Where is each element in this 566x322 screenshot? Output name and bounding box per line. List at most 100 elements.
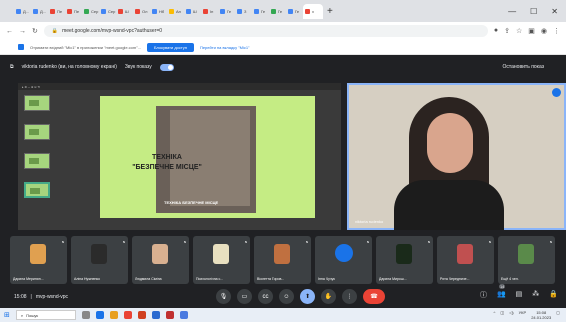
participant-tile[interactable]: ɴ Психологічна с... [193, 236, 250, 284]
browser-tab[interactable]: Ш [184, 4, 201, 19]
sound-label: Звук показу [124, 64, 152, 70]
participant-tile[interactable]: ɴ Дарина Мирош... [376, 236, 433, 284]
participant-tile[interactable]: ɴ Інна Чучук [315, 236, 372, 284]
close-icon[interactable]: ✕ [551, 7, 558, 16]
office-icon[interactable] [137, 311, 146, 319]
network-icon[interactable]: ◫ [500, 310, 504, 320]
app-icon[interactable] [165, 311, 174, 319]
participant-tile[interactable]: ɴ Дарина Меринян... [10, 236, 67, 284]
share-icon[interactable]: ⇪ [504, 27, 510, 35]
menu-icon[interactable]: ⋮ [553, 27, 560, 35]
end-call-button[interactable]: ☎ [363, 289, 385, 304]
new-tab-button[interactable]: + [327, 6, 333, 17]
go-to-tab-link[interactable]: Перейти на вкладку "Mic1" [200, 45, 250, 50]
speaker-video[interactable]: viktoria rudenko [347, 83, 566, 230]
word-icon[interactable] [151, 311, 160, 319]
participant-tile[interactable]: ɴ Рита Чередниче... [437, 236, 494, 284]
star-icon[interactable]: ☆ [516, 27, 522, 35]
tab-favicon-icon [288, 8, 293, 14]
raise-hand-button[interactable]: ✋ [321, 289, 336, 304]
slide-thumbnail[interactable] [24, 124, 50, 140]
camera-icon[interactable]: ● [494, 27, 498, 35]
url-field[interactable]: 🔒 meet.google.com/mvp-wsnd-vpc?authuser=0 [43, 25, 488, 37]
active-tab[interactable]: x [303, 3, 323, 19]
telegram-icon[interactable] [179, 311, 188, 319]
reload-icon[interactable]: ↻ [32, 27, 38, 35]
browser-tab[interactable]: Ге [218, 4, 235, 19]
people-button[interactable]: 👥 14 [496, 284, 506, 300]
browser-tab[interactable]: Пе [48, 4, 65, 19]
info-icon[interactable]: ⓘ [480, 290, 487, 300]
browser-tab[interactable]: Ін [201, 4, 218, 19]
browser-tab[interactable]: Пе [65, 4, 82, 19]
language-indicator[interactable]: УКР [519, 310, 527, 320]
browser-tab[interactable]: Сер [99, 4, 116, 19]
clock[interactable]: 15:08 24.01.2023 [531, 310, 551, 320]
browser-tab[interactable]: З [235, 4, 252, 19]
sound-toggle[interactable] [159, 63, 174, 71]
windows-start-icon[interactable]: ⊞ [4, 311, 10, 319]
tab-label: Д... [40, 8, 47, 14]
browser-tab[interactable]: Ол [133, 4, 150, 19]
slide-thumbnail[interactable] [24, 153, 50, 169]
task-view-icon[interactable] [81, 311, 90, 319]
forward-icon[interactable]: → [19, 28, 26, 35]
more-button[interactable]: ⋮ [342, 289, 357, 304]
edge-icon[interactable] [95, 311, 104, 319]
current-slide: ТЕХНІКА "БЕЗПЕЧНЕ МІСЦЕ" ТЕХНІКА БЕЗПЕЧН… [100, 96, 315, 218]
participant-avatar [457, 244, 473, 264]
lock-icon[interactable]: 🔒 [549, 290, 558, 300]
lock-icon: 🔒 [51, 28, 59, 34]
people-icon: 👥 [496, 291, 506, 298]
camera-button[interactable]: ▭ [237, 289, 252, 304]
tab-close-icon[interactable]: x [312, 9, 314, 14]
maximize-icon[interactable]: ☐ [530, 7, 537, 16]
more-options-icon[interactable] [552, 88, 561, 97]
tab-strip: Д... Д... Пе Пе Сер Сер Ш Ол Нб Ан Ш Ін Ге З Ге Ге Ге x … [0, 0, 566, 22]
browser-tab[interactable]: Ге [252, 4, 269, 19]
meeting-code[interactable]: mvp-wsnd-vpc [36, 294, 68, 300]
chat-icon[interactable]: ▤ [516, 290, 523, 300]
video-icon: ▭ [241, 294, 248, 300]
file-explorer-icon[interactable] [109, 311, 118, 319]
taskbar-search[interactable]: ⌕ Пошук [15, 310, 76, 320]
present-icon: ⧉ [10, 64, 14, 70]
profile-icon[interactable]: ◉ [541, 27, 547, 35]
participant-tile[interactable]: ɴ Ещё 4 чел. [498, 236, 555, 284]
more-vert-icon: ⋮ [346, 294, 353, 300]
browser-tab[interactable]: Сер [82, 4, 99, 19]
slide-thumbnail-selected[interactable] [24, 182, 50, 198]
browser-tab[interactable]: Ге [286, 4, 303, 19]
tray-chevron-icon[interactable]: ^ [494, 310, 496, 320]
captions-button[interactable]: cc [258, 289, 273, 304]
chrome-icon[interactable] [123, 311, 132, 319]
present-button[interactable]: ⬆ [300, 289, 315, 304]
participant-name: Віолетта Горов... [257, 277, 285, 281]
browser-tab[interactable]: Ан [167, 4, 184, 19]
participant-tile[interactable]: ɴ Аліна Нужненко [71, 236, 128, 284]
activities-icon[interactable]: ⁂ [532, 290, 539, 300]
mic-muted-icon: ɴ [305, 239, 308, 244]
browser-tab[interactable]: Ге [269, 4, 286, 19]
block-access-button[interactable]: Блокувати доступ [146, 42, 194, 52]
back-icon[interactable]: ← [6, 28, 13, 35]
tab-favicon-icon [220, 8, 225, 14]
participant-tile[interactable]: ɴ Людмила Сіміна [132, 236, 189, 284]
notifications-icon[interactable]: ▢ [556, 310, 560, 320]
meet-icon [18, 44, 24, 50]
minimize-icon[interactable]: — [508, 7, 516, 16]
stop-presenting-button[interactable]: Остановить показ [503, 64, 544, 70]
browser-tab[interactable]: Д... [14, 4, 31, 19]
browser-tab[interactable]: Нб [150, 4, 167, 19]
participant-tile[interactable]: ɴ Віолетта Горов... [254, 236, 311, 284]
extensions-icon[interactable]: ▣ [528, 27, 535, 35]
browser-tab[interactable]: Д... [31, 4, 48, 19]
tabs-list: Д... Д... Пе Пе Сер Сер Ш Ол Нб Ан Ш Ін Ге З Ге Ге Ге [14, 4, 303, 19]
mic-button[interactable]: 🎙 [216, 289, 231, 304]
emoji-icon: ☺ [283, 293, 290, 300]
slide-thumbnail[interactable] [24, 95, 50, 111]
volume-icon[interactable]: ◁) [509, 310, 513, 320]
emoji-button[interactable]: ☺ [279, 289, 294, 304]
browser-tab[interactable]: Ш [116, 4, 133, 19]
tab-favicon-icon [50, 8, 55, 14]
